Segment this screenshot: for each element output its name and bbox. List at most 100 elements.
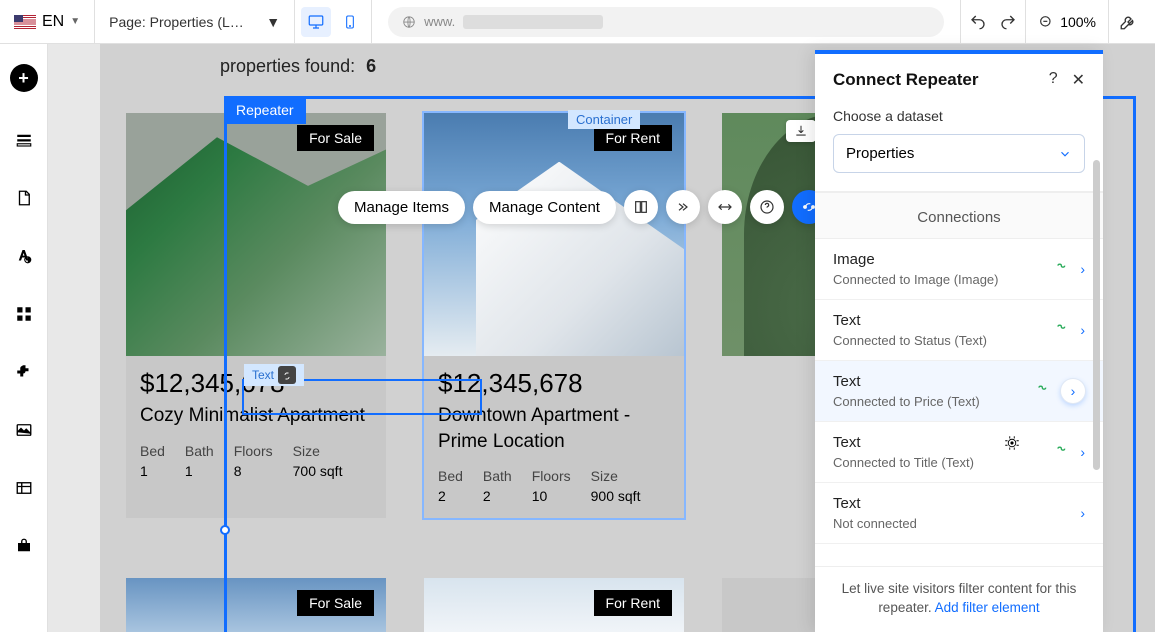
row-title: Image — [833, 251, 998, 268]
property-meta: Bed1 Bath1 Floors8 Size700 sqft — [126, 443, 386, 493]
property-card[interactable]: For Sale $12,345,678 Cozy Minimalist Apa… — [126, 113, 386, 518]
download-icon — [794, 124, 808, 138]
url-bar[interactable]: www. — [388, 7, 944, 37]
meta-value: 700 sqft — [293, 463, 343, 479]
connections-header: Connections — [815, 192, 1103, 239]
meta-label: Size — [591, 468, 641, 484]
chevron-right-icon: › — [1061, 379, 1085, 403]
add-button[interactable]: + — [10, 64, 38, 92]
sections-icon[interactable] — [14, 130, 34, 150]
help-button[interactable] — [750, 190, 784, 224]
left-rail: + — [0, 44, 48, 632]
connection-row-title[interactable]: TextConnected to Title (Text) › — [815, 422, 1103, 483]
zoom-control[interactable]: 100% — [1025, 0, 1108, 43]
stretch-button[interactable] — [708, 190, 742, 224]
row-title: Text — [833, 312, 987, 329]
meta-label: Floors — [234, 443, 273, 459]
selection-handle[interactable] — [220, 525, 230, 535]
tools-button[interactable] — [1108, 0, 1147, 43]
chevron-right-icon: › — [1080, 261, 1085, 277]
status-badge: For Sale — [297, 125, 374, 151]
repeater-tag[interactable]: Repeater — [224, 96, 306, 124]
undo-icon[interactable] — [969, 13, 987, 31]
panel-footer: Let live site visitors filter content fo… — [815, 566, 1103, 632]
text-tag-label: Text — [252, 368, 274, 382]
zoom-value: 100% — [1060, 14, 1096, 30]
property-image: For Rent — [424, 578, 684, 632]
connected-icon — [1035, 381, 1051, 402]
dataset-section: Choose a dataset Properties — [815, 104, 1103, 192]
connection-row-price[interactable]: Text Connected to Price (Text) › — [815, 361, 1103, 422]
property-card[interactable]: For Sale — [126, 578, 386, 632]
top-bar: EN ▼ Page: Properties (L… ▼ www. 100% — [0, 0, 1155, 44]
url-text: www. — [424, 14, 455, 29]
connect-repeater-panel: Connect Repeater ? ✕ Choose a dataset Pr… — [815, 50, 1103, 632]
choose-dataset-label: Choose a dataset — [833, 108, 1085, 124]
meta-value: 2 — [438, 488, 446, 504]
meta-value: 900 sqft — [591, 488, 641, 504]
connected-icon — [1054, 259, 1070, 280]
row-title: Text — [833, 373, 980, 390]
property-card[interactable]: For Rent $12,345,678 Downtown Apartment … — [424, 113, 684, 518]
status-badge: For Rent — [594, 590, 672, 616]
connection-row-image[interactable]: ImageConnected to Image (Image) › — [815, 239, 1103, 300]
chevron-right-icon: › — [1080, 322, 1085, 338]
add-filter-link[interactable]: Add filter element — [935, 600, 1040, 615]
meta-value: 1 — [185, 463, 193, 479]
results-label: properties found: — [220, 56, 355, 76]
meta-value: 2 — [483, 488, 491, 504]
property-image: For Sale — [126, 113, 386, 356]
close-icon[interactable]: ✕ — [1072, 70, 1085, 90]
apps-icon[interactable] — [14, 304, 34, 324]
business-icon[interactable] — [14, 536, 34, 556]
meta-value: 8 — [234, 463, 242, 479]
property-image: For Rent — [424, 113, 684, 356]
connection-row-status[interactable]: Text Connected to Status (Text) › — [815, 300, 1103, 361]
property-image: For Sale — [126, 578, 386, 632]
pages-icon[interactable] — [14, 188, 34, 208]
status-badge: For Sale — [297, 590, 374, 616]
animation-button[interactable] — [666, 190, 700, 224]
chevron-down-icon — [1058, 147, 1072, 161]
redo-icon[interactable] — [999, 13, 1017, 31]
help-icon[interactable]: ? — [1049, 70, 1058, 90]
meta-label: Bath — [483, 468, 512, 484]
theme-icon[interactable] — [14, 246, 34, 266]
mobile-view-button[interactable] — [335, 7, 365, 37]
row-subtitle: Connected to Title (Text) — [833, 455, 974, 470]
wrench-icon — [1119, 13, 1137, 31]
meta-label: Floors — [532, 468, 571, 484]
text-tag[interactable]: Text — [244, 364, 304, 386]
repeater-action-bar: Manage Items Manage Content — [338, 190, 826, 224]
page-selector[interactable]: Page: Properties (L… ▼ — [95, 0, 295, 43]
download-button[interactable] — [786, 120, 816, 142]
property-card[interactable]: For Rent — [424, 578, 684, 632]
media-icon[interactable] — [14, 420, 34, 440]
dataset-value: Properties — [846, 145, 914, 162]
container-tag[interactable]: Container — [568, 110, 640, 129]
results-count: 6 — [366, 56, 376, 76]
property-meta: Bed2 Bath2 Floors10 Size900 sqft — [424, 468, 684, 518]
device-selector — [295, 0, 372, 43]
language-selector[interactable]: EN ▼ — [8, 0, 95, 43]
panel-scrollbar[interactable] — [1093, 160, 1100, 470]
manage-content-button[interactable]: Manage Content — [473, 191, 616, 224]
connected-icon — [1054, 442, 1070, 463]
meta-value: 10 — [532, 488, 548, 504]
meta-label: Bed — [140, 443, 165, 459]
panel-title: Connect Repeater — [833, 70, 978, 90]
desktop-view-button[interactable] — [301, 7, 331, 37]
dataset-dropdown[interactable]: Properties — [833, 134, 1085, 173]
chevron-down-icon: ▼ — [70, 16, 80, 27]
addons-icon[interactable] — [14, 362, 34, 382]
url-bar-container: www. — [372, 0, 960, 43]
cms-icon[interactable] — [14, 478, 34, 498]
row-subtitle: Connected to Status (Text) — [833, 333, 987, 348]
manage-items-button[interactable]: Manage Items — [338, 191, 465, 224]
chevron-right-icon: › — [1080, 444, 1085, 460]
connection-row-unconnected[interactable]: TextNot connected › — [815, 483, 1103, 544]
zoom-out-icon — [1038, 14, 1054, 30]
row-subtitle: Connected to Price (Text) — [833, 394, 980, 409]
meta-label: Size — [293, 443, 343, 459]
layout-button[interactable] — [624, 190, 658, 224]
